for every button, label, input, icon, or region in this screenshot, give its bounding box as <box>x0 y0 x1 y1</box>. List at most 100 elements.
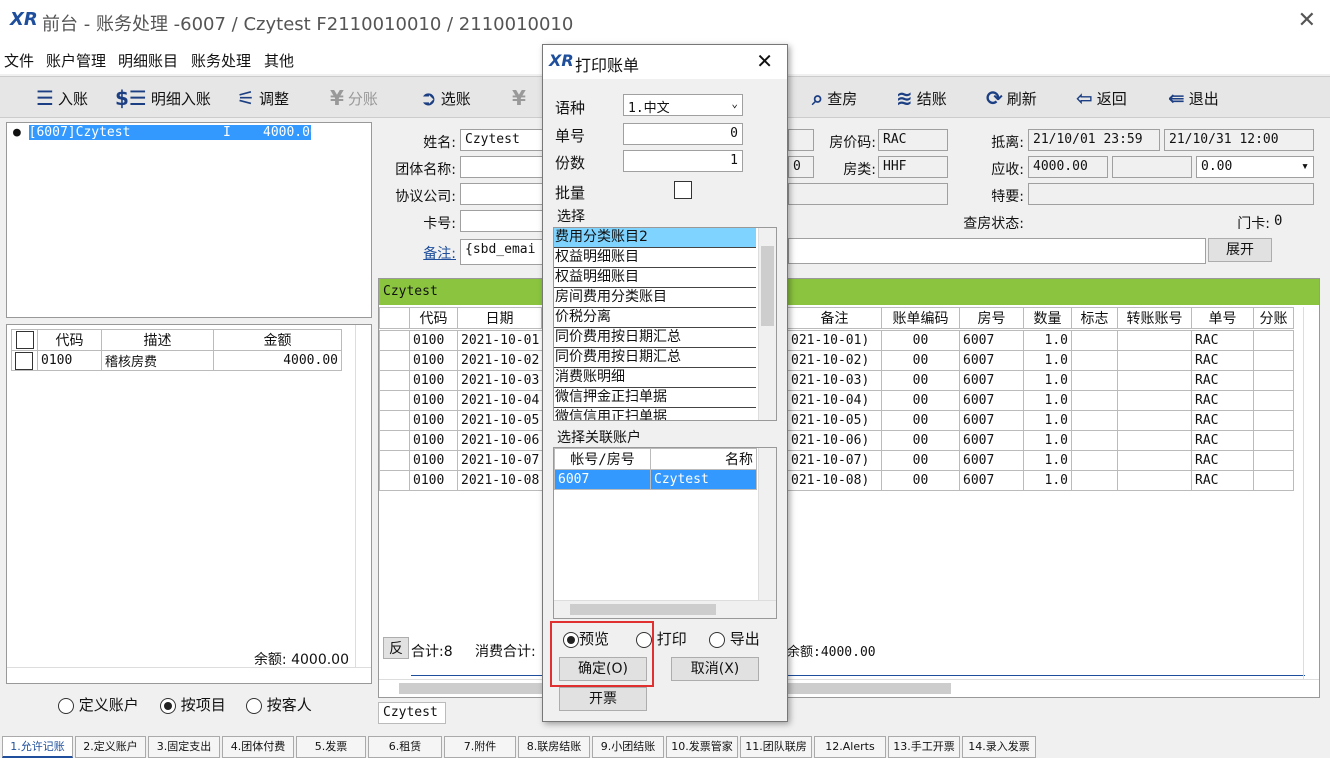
list-item[interactable]: 权益明细账目 <box>554 248 756 268</box>
checkout-button[interactable]: ≋ 结账 <box>896 83 947 113</box>
tab-1[interactable]: 1.允许记账 <box>2 736 73 758</box>
radio-by-item[interactable]: 按项目 <box>160 694 226 715</box>
tab-4[interactable]: 4.团体付费 <box>222 736 294 758</box>
table-row[interactable]: 0100 稽核房费 4000.00 <box>11 350 342 371</box>
table-row[interactable]: 021-10-06) 00 6007 1.0 RAC <box>787 430 1294 451</box>
list-item[interactable]: 费用分类账目2 <box>554 228 756 248</box>
tab-6[interactable]: 6.租赁 <box>368 736 442 758</box>
list-item[interactable]: 同价费用按日期汇总 <box>554 348 756 368</box>
select-account-button[interactable]: ➲ 选账 <box>420 83 471 113</box>
radio-by-guest[interactable]: 按客人 <box>246 694 312 715</box>
list-item[interactable]: 价税分离 <box>554 308 756 328</box>
account-footer-tab[interactable]: Czytest <box>378 702 446 724</box>
list-item[interactable]: 消费账明细 <box>554 368 756 388</box>
check-room-button[interactable]: ⌕ 查房 <box>812 83 857 113</box>
tab-14[interactable]: 14.录入发票 <box>962 736 1036 758</box>
cancel-button[interactable]: 取消(X) <box>671 657 759 681</box>
vertical-scrollbar[interactable] <box>355 325 371 667</box>
menu-detail[interactable]: 明细账目 <box>118 50 178 71</box>
card-field[interactable] <box>460 210 550 232</box>
rate-code-field[interactable]: RAC <box>878 129 948 151</box>
remark-link[interactable]: 备注: <box>380 243 456 263</box>
table-row[interactable]: 021-10-04) 00 6007 1.0 RAC <box>787 390 1294 411</box>
table-row[interactable]: 0100 2021-10-07 <box>379 450 544 471</box>
table-row[interactable]: 021-10-08) 00 6007 1.0 RAC <box>787 470 1294 491</box>
adjust-button[interactable]: ⚟ 调整 <box>237 83 289 113</box>
tab-3[interactable]: 3.固定支出 <box>148 736 220 758</box>
list-item[interactable]: 房间费用分类账目 <box>554 288 756 308</box>
table-row[interactable]: 021-10-03) 00 6007 1.0 RAC <box>787 370 1294 391</box>
table-row[interactable]: 0100 2021-10-05 <box>379 410 544 431</box>
tab-8[interactable]: 8.联房结账 <box>518 736 590 758</box>
list-item[interactable]: 微信信用正扫单据 <box>554 408 756 420</box>
dialog-close-icon[interactable]: ✕ <box>756 49 773 73</box>
table-row[interactable]: 0100 2021-10-08 <box>379 470 544 491</box>
list-scrollbar[interactable] <box>758 228 776 420</box>
reverse-button[interactable]: 反 <box>383 637 409 659</box>
table-row[interactable]: 0100 2021-10-03 <box>379 370 544 391</box>
post-button[interactable]: ☰ 入账 <box>36 83 88 113</box>
assoc-vertical-scrollbar[interactable] <box>758 448 776 602</box>
assoc-horizontal-scrollbar[interactable] <box>554 600 776 618</box>
close-icon[interactable]: ✕ <box>1298 8 1316 33</box>
menu-other[interactable]: 其他 <box>264 50 294 71</box>
split-button[interactable]: ¥ 分账 <box>330 83 378 113</box>
tab-13[interactable]: 13.手工开票 <box>888 736 960 758</box>
select-all-checkbox[interactable] <box>11 329 38 351</box>
special-field[interactable] <box>1028 183 1314 205</box>
tab-9[interactable]: 9.小团结账 <box>592 736 664 758</box>
menu-account-mgmt[interactable]: 账户管理 <box>46 50 106 71</box>
table-row[interactable]: 0100 2021-10-02 <box>379 350 544 371</box>
tree-item[interactable]: ● [6007]Czytest I 4000.00 <box>13 125 318 140</box>
table-row[interactable]: 6007 Czytest <box>554 469 757 490</box>
tab-7[interactable]: 7.附件 <box>444 736 516 758</box>
name-field[interactable]: Czytest <box>460 129 550 151</box>
receivable-select[interactable]: 0.00 ▾ <box>1196 156 1314 178</box>
table-row[interactable]: 0100 2021-10-04 <box>379 390 544 411</box>
currency-button[interactable]: ¥ <box>512 83 526 113</box>
invoice-button[interactable]: 开票 <box>559 687 647 711</box>
table-row[interactable]: 0100 2021-10-01 <box>379 330 544 351</box>
tab-12[interactable]: 12.Alerts <box>814 736 886 758</box>
tab-2[interactable]: 2.定义账户 <box>75 736 146 758</box>
table-row[interactable]: 021-10-01) 00 6007 1.0 RAC <box>787 330 1294 351</box>
row-checkbox[interactable] <box>11 350 38 371</box>
list-item[interactable]: 同价费用按日期汇总 <box>554 328 756 348</box>
table-row[interactable]: 021-10-02) 00 6007 1.0 RAC <box>787 350 1294 371</box>
depart-field[interactable]: 21/10/31 12:00 <box>1164 129 1314 151</box>
detail-post-button[interactable]: $☰ 明细入账 <box>115 83 211 113</box>
horizontal-scrollbar[interactable] <box>379 679 1319 697</box>
agreement-field[interactable] <box>460 183 550 205</box>
receivable-field[interactable]: 4000.00 <box>1028 156 1108 178</box>
back-button[interactable]: ⇦ 返回 <box>1076 83 1127 113</box>
remark-field-extended[interactable] <box>788 238 1206 264</box>
list-item[interactable]: 微信押金正扫单据 <box>554 388 756 408</box>
dialog-title-bar: XR 打印账单 ✕ <box>543 45 787 79</box>
room-type-field[interactable]: HHF <box>878 156 948 178</box>
remark-field[interactable]: {sbd_emai <box>460 239 550 265</box>
receivable-extra-field[interactable] <box>1112 156 1192 178</box>
language-select[interactable]: 1.中文 ⌄ <box>623 94 743 116</box>
radio-define-account[interactable]: 定义账户 <box>58 694 139 715</box>
exit-button[interactable]: ⇚ 退出 <box>1168 83 1219 113</box>
tab-11[interactable]: 11.团队联房 <box>740 736 812 758</box>
bill-no-input[interactable]: 0 <box>623 123 743 145</box>
menu-accounting[interactable]: 账务处理 <box>191 50 251 71</box>
table-row[interactable]: 021-10-05) 00 6007 1.0 RAC <box>787 410 1294 431</box>
tab-10[interactable]: 10.发票管家 <box>666 736 738 758</box>
radio-export[interactable]: 导出 <box>709 628 760 649</box>
copies-input[interactable]: 1 <box>623 150 743 172</box>
group-field[interactable] <box>460 156 550 178</box>
horizontal-scrollbar[interactable] <box>7 667 371 683</box>
batch-checkbox[interactable] <box>674 181 692 199</box>
arrive-field[interactable]: 21/10/01 23:59 <box>1028 129 1160 151</box>
vertical-scrollbar[interactable] <box>1303 307 1319 679</box>
arrive-depart-label: 抵离: <box>991 135 1024 151</box>
refresh-button[interactable]: ⟳ 刷新 <box>986 83 1037 113</box>
list-item[interactable]: 权益明细账目 <box>554 268 756 288</box>
tab-5[interactable]: 5.发票 <box>296 736 366 758</box>
expand-button[interactable]: 展开 <box>1208 238 1272 262</box>
table-row[interactable]: 0100 2021-10-06 <box>379 430 544 451</box>
menu-file[interactable]: 文件 <box>4 50 34 71</box>
table-row[interactable]: 021-10-07) 00 6007 1.0 RAC <box>787 450 1294 471</box>
